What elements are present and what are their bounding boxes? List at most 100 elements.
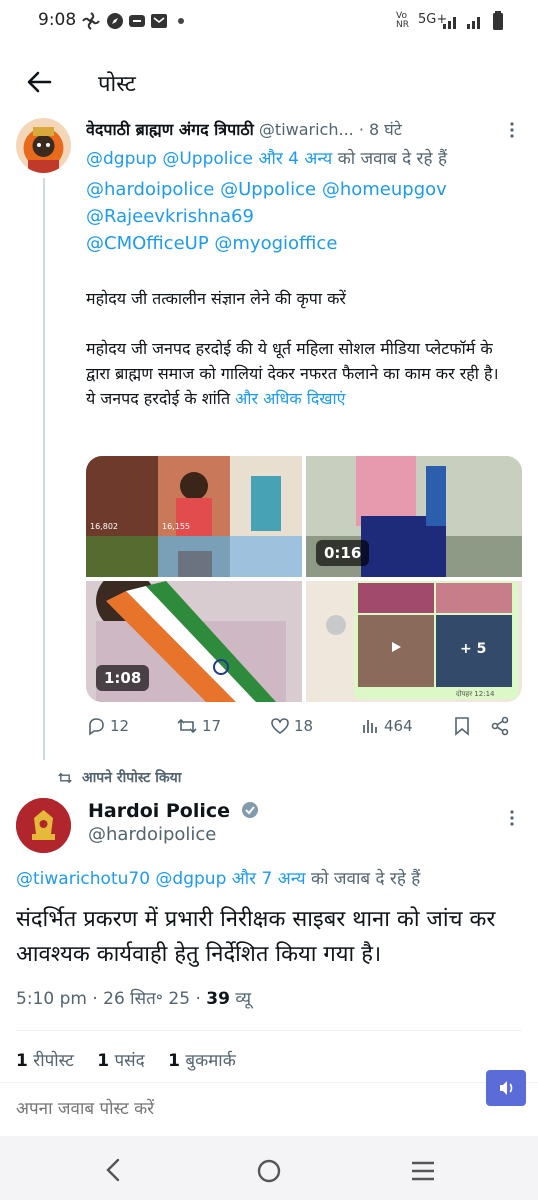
show-more-link[interactable]: और अधिक दिखाएं xyxy=(235,389,345,408)
signal-icon-2 xyxy=(467,17,480,29)
like-button[interactable]: 18 xyxy=(270,716,313,736)
views-count: 16,802 xyxy=(90,522,118,531)
tweet-body: संदर्भित प्रकरण में प्रभारी निरीक्षक साइ… xyxy=(16,907,496,967)
tweet-header: वेदपाठी ब्राह्मण अंगद त्रिपाठी @tiwarich… xyxy=(86,118,506,140)
tweet-mentions: @hardoipolice @Uppolice @homeupgov @Raje… xyxy=(86,176,447,257)
nav-back-icon[interactable] xyxy=(104,1158,122,1182)
replying-mentions[interactable]: @tiwarichotu70 @dgpup xyxy=(16,869,226,889)
media-grid: 16,802 16,155 0:16 1:08 + 5 दोपहर 12:14 xyxy=(86,456,522,702)
analytics-icon xyxy=(363,720,377,733)
replying-to: @dgpup @Uppolice और 4 अन्य को जवाब दे रह… xyxy=(86,146,447,169)
more-options-button[interactable] xyxy=(502,120,522,140)
heart-icon xyxy=(271,718,289,734)
author-name[interactable]: वेदपाठी ब्राह्मण अंगद त्रिपाठी xyxy=(86,120,254,139)
replying-more-link[interactable]: और 7 अन्य xyxy=(232,869,306,889)
battery-icon xyxy=(493,11,503,30)
verified-badge-icon xyxy=(241,802,258,818)
replying-mentions[interactable]: @dgpup @Uppolice xyxy=(86,149,253,169)
speaker-icon xyxy=(500,1081,513,1095)
reposts-stat[interactable]: 1 रीपोस्ट xyxy=(16,1051,74,1071)
fan-icon xyxy=(82,12,100,30)
more-media-count: + 5 xyxy=(460,641,487,657)
author-handle[interactable]: @tiwarich... xyxy=(259,120,354,139)
views-button[interactable]: 464 xyxy=(360,716,413,736)
more-vertical-icon xyxy=(510,810,514,826)
bookmark-icon xyxy=(455,717,469,736)
notification-dot-icon xyxy=(178,18,184,24)
mail-icon xyxy=(151,14,167,28)
replying-more-link[interactable]: और 4 अन्य xyxy=(258,149,332,169)
repost-label: आपने रीपोस्ट किया xyxy=(82,770,182,786)
audio-button[interactable] xyxy=(486,1070,526,1106)
back-button[interactable] xyxy=(20,62,60,102)
tweet-date: · 26 सित॰ 25 · xyxy=(92,989,201,1009)
share-button[interactable] xyxy=(490,716,510,736)
views-count: 16,155 xyxy=(162,522,190,531)
divider xyxy=(0,1082,538,1083)
nav-recents-icon[interactable] xyxy=(410,1160,436,1182)
repost-icon xyxy=(58,772,72,784)
bookmarks-stat[interactable]: 1 बुकमार्क xyxy=(168,1051,236,1071)
tweet-paragraph: ये जनपद हरदोई के शांति xyxy=(86,389,231,408)
tweet-meta: 5:10 pm · 26 सित॰ 25 · 39 व्यू xyxy=(16,986,251,1009)
views-count: 39 xyxy=(206,989,230,1009)
reply-input[interactable] xyxy=(16,1094,456,1124)
reply-count: 12 xyxy=(110,717,130,735)
repost-icon xyxy=(177,718,197,734)
arrow-left-icon xyxy=(27,71,52,93)
nav-home-icon[interactable] xyxy=(256,1158,282,1184)
tweet-body: महोदय जी तत्कालीन संज्ञान लेने की कृपा क… xyxy=(86,286,516,411)
views-count: 464 xyxy=(384,717,413,735)
mentions-line[interactable]: @hardoipolice @Uppolice @homeupgov xyxy=(86,176,447,203)
video-duration: 0:16 xyxy=(316,540,370,566)
status-bar: 9:08 Vo NR 5G+ xyxy=(0,0,538,44)
likes-stat[interactable]: 1 पसंद xyxy=(97,1051,144,1071)
link-icon xyxy=(129,15,145,27)
tweet-actions: 12 17 18 464 xyxy=(86,712,516,742)
chat-time: दोपहर 12:14 xyxy=(456,690,495,698)
video-duration: 1:08 xyxy=(96,665,150,691)
author-handle[interactable]: @hardoipolice xyxy=(88,824,216,845)
tweet-paragraph: महोदय जी जनपद हरदोई की ये धूर्त महिला सो… xyxy=(86,339,499,383)
police-emblem-avatar xyxy=(16,798,71,853)
replying-suffix: को जवाब दे रहे हैं xyxy=(337,149,447,169)
repost-indicator: आपने रीपोस्ट किया xyxy=(56,768,181,787)
bookmark-button[interactable] xyxy=(453,716,471,736)
like-count: 18 xyxy=(294,717,314,735)
more-vertical-icon xyxy=(510,122,514,138)
avatar[interactable] xyxy=(16,118,71,173)
share-icon xyxy=(491,716,509,736)
author-name[interactable]: Hardoi Police xyxy=(88,800,230,822)
volte-indicator: Vo NR xyxy=(396,11,409,30)
author-name-row: Hardoi Police xyxy=(88,800,259,822)
thread-connector xyxy=(43,178,45,760)
tweet-paragraph: महोदय जी तत्कालीन संज्ञान लेने की कृपा क… xyxy=(86,289,346,308)
media-image-collage[interactable]: 16,802 16,155 xyxy=(86,456,302,577)
replying-to: @tiwarichotu70 @dgpup और 7 अन्य को जवाब … xyxy=(16,866,420,889)
repost-button[interactable]: 17 xyxy=(176,716,221,736)
chat-screenshot-image xyxy=(306,581,522,702)
status-time: 9:08 xyxy=(38,10,77,30)
page-title: पोस्ट xyxy=(98,72,136,97)
deity-avatar-image xyxy=(16,118,71,173)
signal-icon xyxy=(443,17,456,29)
system-nav-bar xyxy=(0,1136,538,1200)
tweet-time: 5:10 pm xyxy=(16,989,87,1009)
media-image-chat[interactable]: + 5 दोपहर 12:14 xyxy=(306,581,522,702)
media-video-2[interactable]: 1:08 xyxy=(86,581,302,702)
more-options-button[interactable] xyxy=(502,808,522,828)
views-label: व्यू xyxy=(235,989,252,1009)
play-icon xyxy=(392,642,401,652)
reply-button[interactable]: 12 xyxy=(86,716,129,736)
avatar[interactable] xyxy=(16,798,71,853)
mentions-line[interactable]: @Rajeevkrishna69 xyxy=(86,203,447,230)
replying-suffix: को जवाब दे रहे हैं xyxy=(311,869,421,889)
repost-count: 17 xyxy=(202,717,222,735)
compass-icon xyxy=(107,13,123,29)
media-video-1[interactable]: 0:16 xyxy=(306,456,522,577)
collage-image xyxy=(86,456,302,577)
divider xyxy=(16,1030,522,1031)
engagement-stats: 1 रीपोस्ट 1 पसंद 1 बुकमार्क xyxy=(16,1048,236,1071)
tweet-time: · 8 घंटे xyxy=(358,120,402,139)
mentions-line[interactable]: @CMOfficeUP @myogioffice xyxy=(86,230,447,257)
